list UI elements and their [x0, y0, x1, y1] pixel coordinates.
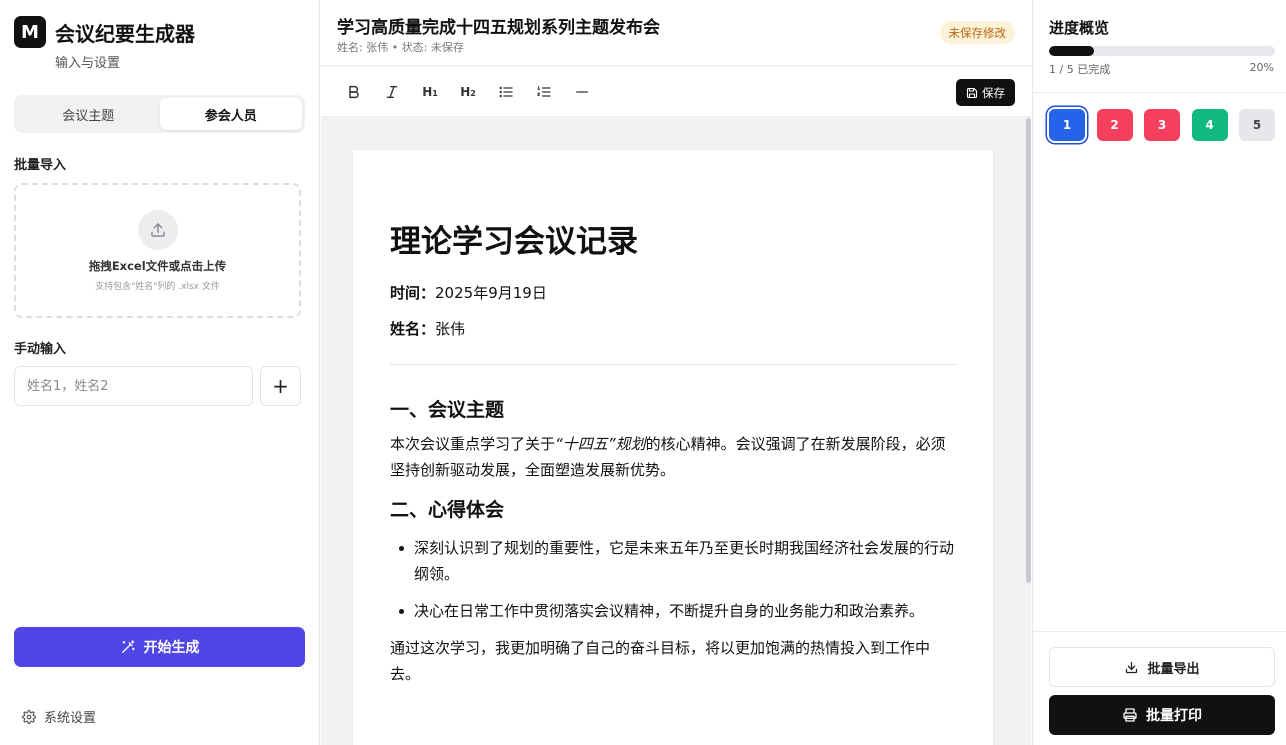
input-tabs: 会议主题 参会人员: [14, 95, 305, 133]
bullet-list-button[interactable]: [493, 80, 519, 104]
document-header: 学习高质量完成十四五规划系列主题发布会 姓名: 张伟 • 状态: 未保存 未保存…: [321, 0, 1031, 66]
bold-icon: [349, 85, 359, 99]
brand: M 会议纪要生成器: [14, 16, 195, 48]
numbered-list-icon: [537, 86, 551, 97]
save-button[interactable]: 保存: [956, 79, 1015, 106]
app-title: 会议纪要生成器: [55, 21, 195, 46]
horizontal-rule-icon: [576, 91, 588, 93]
closing-paragraph: 通过这次学习，我更加明确了自己的奋斗目标，将以更加饱满的热情投入到工作中去。: [390, 639, 931, 683]
record-chip-5[interactable]: 5: [1239, 109, 1275, 141]
start-generate-button[interactable]: 开始生成: [14, 627, 305, 667]
progress-bar-fill: [1049, 46, 1095, 56]
magic-wand-icon: [121, 640, 135, 653]
heading2-icon: H2: [460, 85, 476, 99]
editor-panel: 学习高质量完成十四五规划系列主题发布会 姓名: 张伟 • 状态: 未保存 未保存…: [321, 0, 1031, 745]
italic-button[interactable]: [379, 80, 405, 104]
section1-text-before: 本次会议重点学习了关于: [390, 435, 556, 453]
excel-upload-dropzone[interactable]: 拖拽Excel文件或点击上传 支持包含"姓名"列的 .xlsx 文件: [14, 183, 301, 318]
plus-icon: +: [272, 374, 289, 398]
section-meeting-topic-title: 一、会议主题: [390, 399, 505, 421]
section1-text-italic: “十四五”规划: [555, 435, 646, 453]
time-line: 时间：2025年9月19日: [390, 282, 956, 304]
name-value: 张伟: [435, 320, 466, 338]
upload-icon: [137, 210, 178, 250]
section-reflections-title: 二、心得体会: [390, 499, 505, 521]
panel-divider: [1033, 631, 1286, 632]
manual-input-label: 手动输入: [14, 342, 67, 357]
floppy-disk-icon: [966, 87, 978, 98]
progress-bar: [1049, 46, 1275, 56]
app-logo: M: [14, 16, 46, 48]
heading1-icon: H1: [422, 85, 438, 99]
names-input[interactable]: [14, 366, 253, 406]
italic-icon: [386, 86, 398, 98]
printer-icon: [1123, 708, 1137, 722]
batch-print-button[interactable]: 批量打印: [1049, 695, 1275, 735]
dropzone-hint: 支持包含"姓名"列的 .xlsx 文件: [95, 282, 220, 292]
horizontal-rule-button[interactable]: [569, 80, 595, 104]
sidebar-subtitle: 输入与设置: [55, 56, 121, 71]
document-title: 学习高质量完成十四五规划系列主题发布会: [337, 18, 660, 38]
gear-icon: [22, 709, 36, 724]
time-label: 时间：: [390, 284, 436, 302]
tab-participants[interactable]: 参会人员: [159, 98, 302, 130]
record-chip-1[interactable]: 1: [1049, 109, 1085, 141]
section-meeting-topic-text: 本次会议重点学习了关于“十四五”规划的核心精神。会议强调了在新发展阶段，必须坚持…: [390, 431, 956, 483]
system-settings-link[interactable]: 系统设置: [22, 707, 96, 726]
tab-meeting-topic[interactable]: 会议主题: [17, 98, 160, 130]
record-chips: 1 2 3 4 5: [1049, 109, 1286, 141]
batch-export-label: 批量导出: [1147, 661, 1200, 677]
time-value: 2025年9月19日: [435, 284, 547, 302]
bullet-list-icon: [499, 86, 513, 98]
name-line: 姓名：张伟: [390, 318, 956, 340]
settings-sidebar: M 会议纪要生成器 输入与设置 会议主题 参会人员 批量导入 拖拽Excel文件…: [0, 0, 320, 745]
list-item: 决心在日常工作中贯彻落实会议精神，不断提升自身的业务能力和政治素养。: [399, 598, 956, 624]
batch-export-button[interactable]: 批量导出: [1049, 647, 1275, 687]
document-heading: 理论学习会议记录: [390, 224, 638, 260]
heading1-button[interactable]: H1: [417, 80, 443, 104]
record-chip-2[interactable]: 2: [1096, 109, 1133, 141]
heading2-button[interactable]: H2: [455, 80, 481, 104]
document-page[interactable]: 理论学习会议记录 时间：2025年9月19日 姓名：张伟 一、会议主题 本次会议…: [353, 150, 993, 745]
system-settings-label: 系统设置: [44, 711, 97, 726]
progress-percent: 20%: [1249, 61, 1274, 74]
bulk-import-label: 批量导入: [14, 158, 67, 173]
name-label: 姓名：: [390, 320, 436, 338]
record-chip-4[interactable]: 4: [1191, 109, 1228, 141]
editor-toolbar: H1 H2 保存: [321, 67, 1031, 117]
progress-completed-text: 1 / 5 已完成: [1049, 63, 1111, 76]
save-label: 保存: [982, 85, 1005, 100]
bold-button[interactable]: [341, 80, 367, 104]
start-generate-label: 开始生成: [143, 639, 200, 655]
numbered-list-button[interactable]: [531, 80, 557, 104]
panel-divider: [1033, 92, 1286, 93]
list-item: 深刻认识到了规划的重要性，它是未来五年乃至更长时期我国经济社会发展的行动纲领。: [399, 535, 956, 587]
download-icon: [1126, 661, 1138, 673]
unsaved-badge: 未保存修改: [939, 21, 1015, 44]
document-meta: 姓名: 张伟 • 状态: 未保存: [337, 41, 464, 54]
progress-title: 进度概览: [1049, 19, 1110, 37]
progress-panel: 进度概览 1 / 5 已完成 20% 1 2 3 4 5 批量导出 批量打印: [1032, 0, 1286, 745]
reflections-list: 深刻认识到了规划的重要性，它是未来五年乃至更长时期我国经济社会发展的行动纲领。 …: [390, 535, 956, 624]
editor-scrollbar[interactable]: [1026, 118, 1031, 583]
add-name-button[interactable]: +: [260, 366, 301, 406]
record-chip-3[interactable]: 3: [1144, 109, 1180, 141]
divider: [390, 364, 956, 365]
batch-print-label: 批量打印: [1146, 708, 1202, 724]
dropzone-title: 拖拽Excel文件或点击上传: [88, 259, 227, 273]
